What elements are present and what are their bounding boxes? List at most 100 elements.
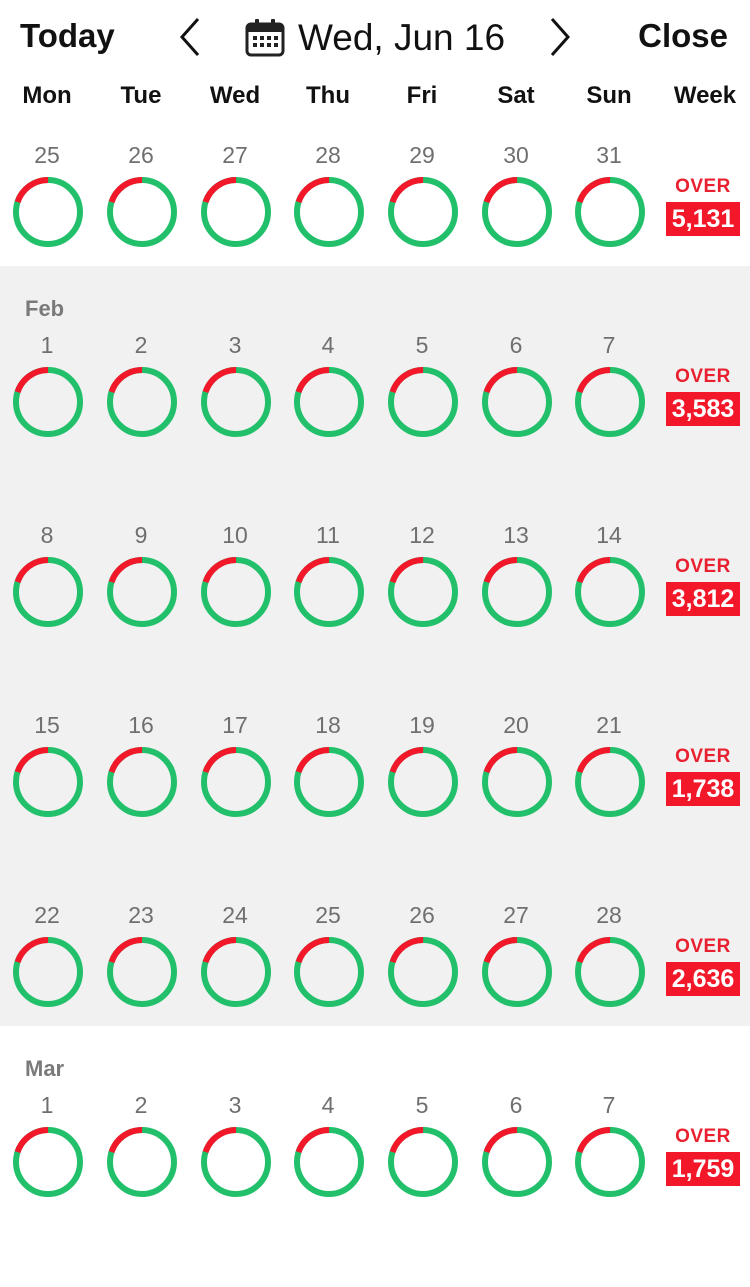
day-cell[interactable]: 25 — [0, 142, 94, 262]
day-cell[interactable]: 21 — [562, 712, 656, 832]
progress-ring-icon — [13, 747, 83, 817]
day-cell[interactable]: 30 — [469, 142, 563, 262]
day-cell[interactable]: 15 — [0, 712, 94, 832]
day-cell[interactable]: 8 — [0, 522, 94, 642]
day-cell[interactable]: 4 — [281, 332, 375, 452]
progress-ring-icon — [482, 1127, 552, 1197]
day-number: 28 — [596, 902, 622, 928]
day-number: 20 — [503, 712, 529, 738]
week-summary[interactable]: OVER 3,583 — [666, 366, 740, 426]
day-number: 13 — [503, 522, 529, 548]
day-cell[interactable]: 28 — [281, 142, 375, 262]
week-row: Mar 1 2 3 4 5 6 7 OVER 1,759 — [0, 1026, 750, 1216]
day-cell[interactable]: 27 — [188, 142, 282, 262]
day-number: 26 — [128, 142, 154, 168]
chevron-left-icon[interactable] — [172, 14, 212, 60]
day-cell[interactable]: 12 — [375, 522, 469, 642]
day-cell[interactable]: 1 — [0, 332, 94, 452]
day-cell[interactable]: 22 — [0, 902, 94, 1022]
day-cell[interactable]: 26 — [94, 142, 188, 262]
day-cell[interactable]: 16 — [94, 712, 188, 832]
progress-ring-icon — [575, 557, 645, 627]
day-cell[interactable]: 31 — [562, 142, 656, 262]
day-number: 3 — [228, 332, 242, 358]
day-cell[interactable]: 6 — [469, 1092, 563, 1212]
day-number: 25 — [315, 902, 341, 928]
progress-ring-icon — [13, 177, 83, 248]
day-cell[interactable]: 5 — [375, 1092, 469, 1212]
week-summary[interactable]: OVER 1,738 — [666, 746, 740, 806]
day-cell[interactable]: 26 — [375, 902, 469, 1022]
progress-ring-icon — [388, 747, 458, 817]
over-status-label: OVER — [675, 1126, 731, 1147]
day-cell[interactable]: 14 — [562, 522, 656, 642]
over-status-label: OVER — [675, 366, 731, 387]
day-cell[interactable]: 2 — [94, 332, 188, 452]
day-cell[interactable]: 20 — [469, 712, 563, 832]
over-status-label: OVER — [675, 936, 731, 957]
weekday-label: Wed — [209, 82, 261, 109]
day-cell[interactable]: 17 — [188, 712, 282, 832]
progress-ring-icon — [107, 1127, 177, 1197]
day-number: 25 — [34, 142, 60, 168]
today-button[interactable]: Today — [20, 14, 115, 58]
over-value-badge: 1,759 — [666, 1152, 740, 1186]
week-summary[interactable]: OVER 2,636 — [666, 936, 740, 996]
day-cell[interactable]: 6 — [469, 332, 563, 452]
day-cell[interactable]: 23 — [94, 902, 188, 1022]
progress-ring-icon — [13, 1127, 83, 1197]
close-button[interactable]: Close — [638, 14, 728, 58]
day-number: 23 — [128, 902, 154, 928]
month-label: Feb — [25, 296, 65, 321]
day-cell[interactable]: 3 — [188, 332, 282, 452]
day-number: 7 — [602, 1092, 616, 1118]
week-row: Feb 1 2 3 4 5 6 7 OVER 3,583 — [0, 266, 750, 456]
over-value-badge: 3,812 — [666, 582, 740, 616]
progress-ring-icon — [201, 177, 271, 248]
day-cell[interactable]: 25 — [281, 902, 375, 1022]
week-summary[interactable]: OVER 5,131 — [666, 176, 740, 236]
day-cell[interactable]: 28 — [562, 902, 656, 1022]
over-value-badge: 1,738 — [666, 772, 740, 806]
weekday-header: Mon Tue Wed Thu Fri Sat Sun Week — [0, 76, 750, 124]
day-cell[interactable]: 24 — [188, 902, 282, 1022]
progress-ring-icon — [13, 557, 83, 627]
day-cell[interactable]: 4 — [281, 1092, 375, 1212]
day-number: 16 — [128, 712, 154, 738]
day-number: 2 — [134, 1092, 148, 1118]
day-cell[interactable]: 7 — [562, 1092, 656, 1212]
day-cell[interactable]: 27 — [469, 902, 563, 1022]
chevron-right-icon[interactable] — [540, 14, 580, 60]
progress-ring-icon — [13, 367, 83, 437]
over-status-label: OVER — [675, 746, 731, 767]
progress-ring-icon — [201, 1127, 271, 1197]
progress-ring-icon — [13, 937, 83, 1007]
week-summary[interactable]: OVER 1,759 — [666, 1126, 740, 1186]
progress-ring-icon — [482, 557, 552, 627]
day-number: 14 — [596, 522, 622, 548]
day-cell[interactable]: 2 — [94, 1092, 188, 1212]
progress-ring-icon — [482, 937, 552, 1007]
day-cell[interactable]: 9 — [94, 522, 188, 642]
weekday-label: Mon — [22, 82, 72, 109]
day-cell[interactable]: 13 — [469, 522, 563, 642]
date-picker-button[interactable]: Wed, Jun 16 — [244, 14, 505, 62]
day-number: 5 — [415, 1092, 429, 1118]
day-number: 31 — [596, 142, 622, 168]
day-cell[interactable]: 5 — [375, 332, 469, 452]
day-cell[interactable]: 1 — [0, 1092, 94, 1212]
progress-ring-icon — [294, 937, 364, 1007]
day-number: 4 — [321, 332, 335, 358]
day-cell[interactable]: 11 — [281, 522, 375, 642]
over-value-badge: 2,636 — [666, 962, 740, 996]
day-cell[interactable]: 3 — [188, 1092, 282, 1212]
progress-ring-icon — [388, 557, 458, 627]
day-cell[interactable]: 29 — [375, 142, 469, 262]
day-cell[interactable]: 10 — [188, 522, 282, 642]
week-summary[interactable]: OVER 3,812 — [666, 556, 740, 616]
day-number: 1 — [40, 1092, 54, 1118]
day-cell[interactable]: 7 — [562, 332, 656, 452]
day-cell[interactable]: 18 — [281, 712, 375, 832]
day-number: 21 — [596, 712, 622, 738]
day-cell[interactable]: 19 — [375, 712, 469, 832]
